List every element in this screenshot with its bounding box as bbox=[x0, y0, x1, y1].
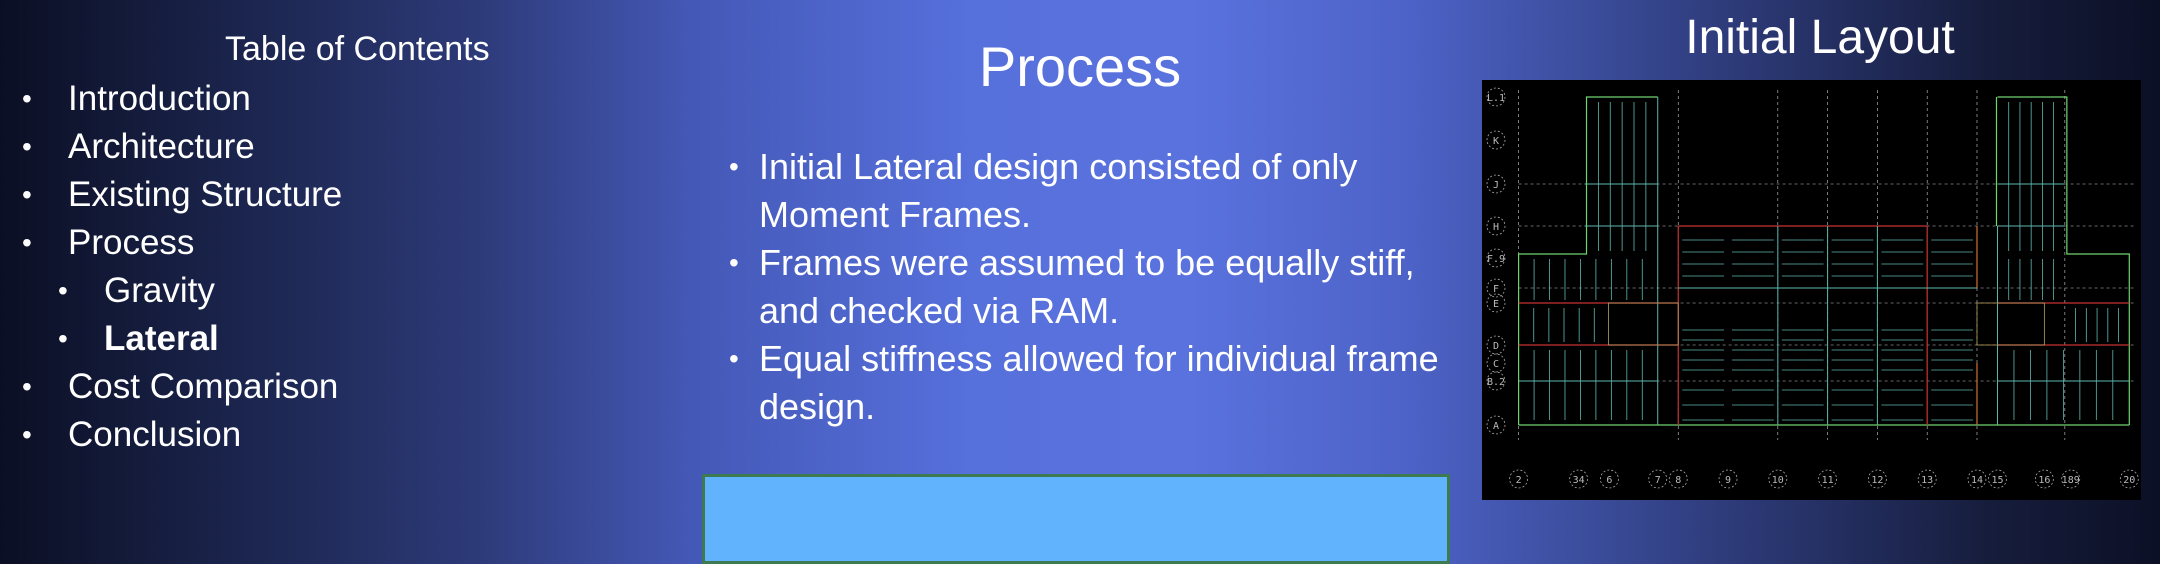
grid-label: F.9 bbox=[1487, 254, 1505, 265]
grid-label: B.2 bbox=[1487, 377, 1505, 388]
bullet-icon: • bbox=[58, 275, 68, 306]
layout-title: Initial Layout bbox=[1685, 11, 1955, 64]
bullet-text: Initial Lateral design consisted of only… bbox=[759, 146, 1358, 235]
grid-label: 8 bbox=[1675, 475, 1681, 486]
grid-label: D bbox=[1493, 341, 1499, 352]
grid-label: E bbox=[1493, 299, 1499, 310]
bullet-item: • Equal stiffness allowed for individual … bbox=[725, 335, 1445, 431]
stair-opening bbox=[1608, 302, 1679, 346]
grid-label: 13 bbox=[1921, 475, 1933, 486]
bullet-icon: • bbox=[22, 83, 32, 114]
grid-label: 34 bbox=[1573, 475, 1585, 486]
grid-label: 12 bbox=[1871, 475, 1883, 486]
toc-item-label: Gravity bbox=[104, 271, 215, 310]
toc-item-label: Existing Structure bbox=[68, 175, 343, 214]
toc-item-label: Cost Comparison bbox=[68, 367, 339, 406]
grid-label: K bbox=[1493, 136, 1499, 147]
grid-label: L.1 bbox=[1487, 93, 1505, 104]
structural-layout-plan: L.1 K J H F.9 F E D C B.2 A 2 34 6 7 8 9 10 11 12 13 14 15 16 18… bbox=[1482, 80, 2141, 500]
grid-label: 10 bbox=[1772, 475, 1784, 486]
bullet-icon: • bbox=[729, 247, 739, 278]
grid-label: C bbox=[1493, 359, 1499, 370]
grid-label: 6 bbox=[1606, 475, 1612, 486]
toc-item-label: Process bbox=[68, 223, 195, 262]
grid-label: A bbox=[1493, 421, 1499, 432]
grid-label: 15 bbox=[1991, 475, 2003, 486]
grid-label: H bbox=[1493, 222, 1499, 233]
toc-item-label: Lateral bbox=[104, 319, 219, 358]
bullet-icon: • bbox=[729, 343, 739, 374]
toc-item-label: Conclusion bbox=[68, 415, 242, 454]
plan-drawing: L.1 K J H F.9 FE DC B.2 A 2 34 6 7 8 9 10 11 12 13 14 15 16 18… bbox=[1486, 87, 2139, 489]
content-bullets: • Initial Lateral design consisted of onl… bbox=[725, 143, 1445, 431]
grid-label: 11 bbox=[1822, 475, 1834, 486]
bullet-icon: • bbox=[729, 151, 739, 182]
slide-title: Process bbox=[978, 35, 1182, 98]
grid-label: F bbox=[1493, 284, 1499, 295]
bullet-icon: • bbox=[22, 179, 32, 210]
stair-opening bbox=[1976, 302, 2045, 346]
bullet-text: Equal stiffness allowed for individual f… bbox=[759, 338, 1439, 427]
bullet-icon: • bbox=[22, 227, 32, 258]
bullet-icon: • bbox=[22, 371, 32, 402]
bullet-icon: • bbox=[58, 323, 68, 354]
bullet-icon: • bbox=[22, 419, 32, 450]
grid-label: 7 bbox=[1655, 475, 1661, 486]
grid-label: 189 bbox=[2062, 475, 2080, 486]
bullet-item: • Frames were assumed to be equally stiff… bbox=[725, 239, 1445, 335]
grid-label: 9 bbox=[1725, 475, 1731, 486]
grid-label: 16 bbox=[2038, 475, 2050, 486]
exterior-wall-left bbox=[1518, 96, 1658, 425]
toc-item-label: Introduction bbox=[68, 79, 251, 118]
grid-label: J bbox=[1493, 180, 1499, 191]
content-box bbox=[702, 474, 1450, 564]
bullet-item: • Initial Lateral design consisted of onl… bbox=[725, 143, 1445, 239]
toc-title: Table of Contents bbox=[225, 30, 490, 68]
toc-item-label: Architecture bbox=[68, 127, 255, 166]
bullet-text: Frames were assumed to be equally stiff,… bbox=[759, 242, 1415, 331]
grid-label: 14 bbox=[1971, 475, 1983, 486]
grid-label: 2 bbox=[1516, 475, 1522, 486]
bullet-icon: • bbox=[22, 131, 32, 162]
grid-label: 20 bbox=[2123, 475, 2135, 486]
